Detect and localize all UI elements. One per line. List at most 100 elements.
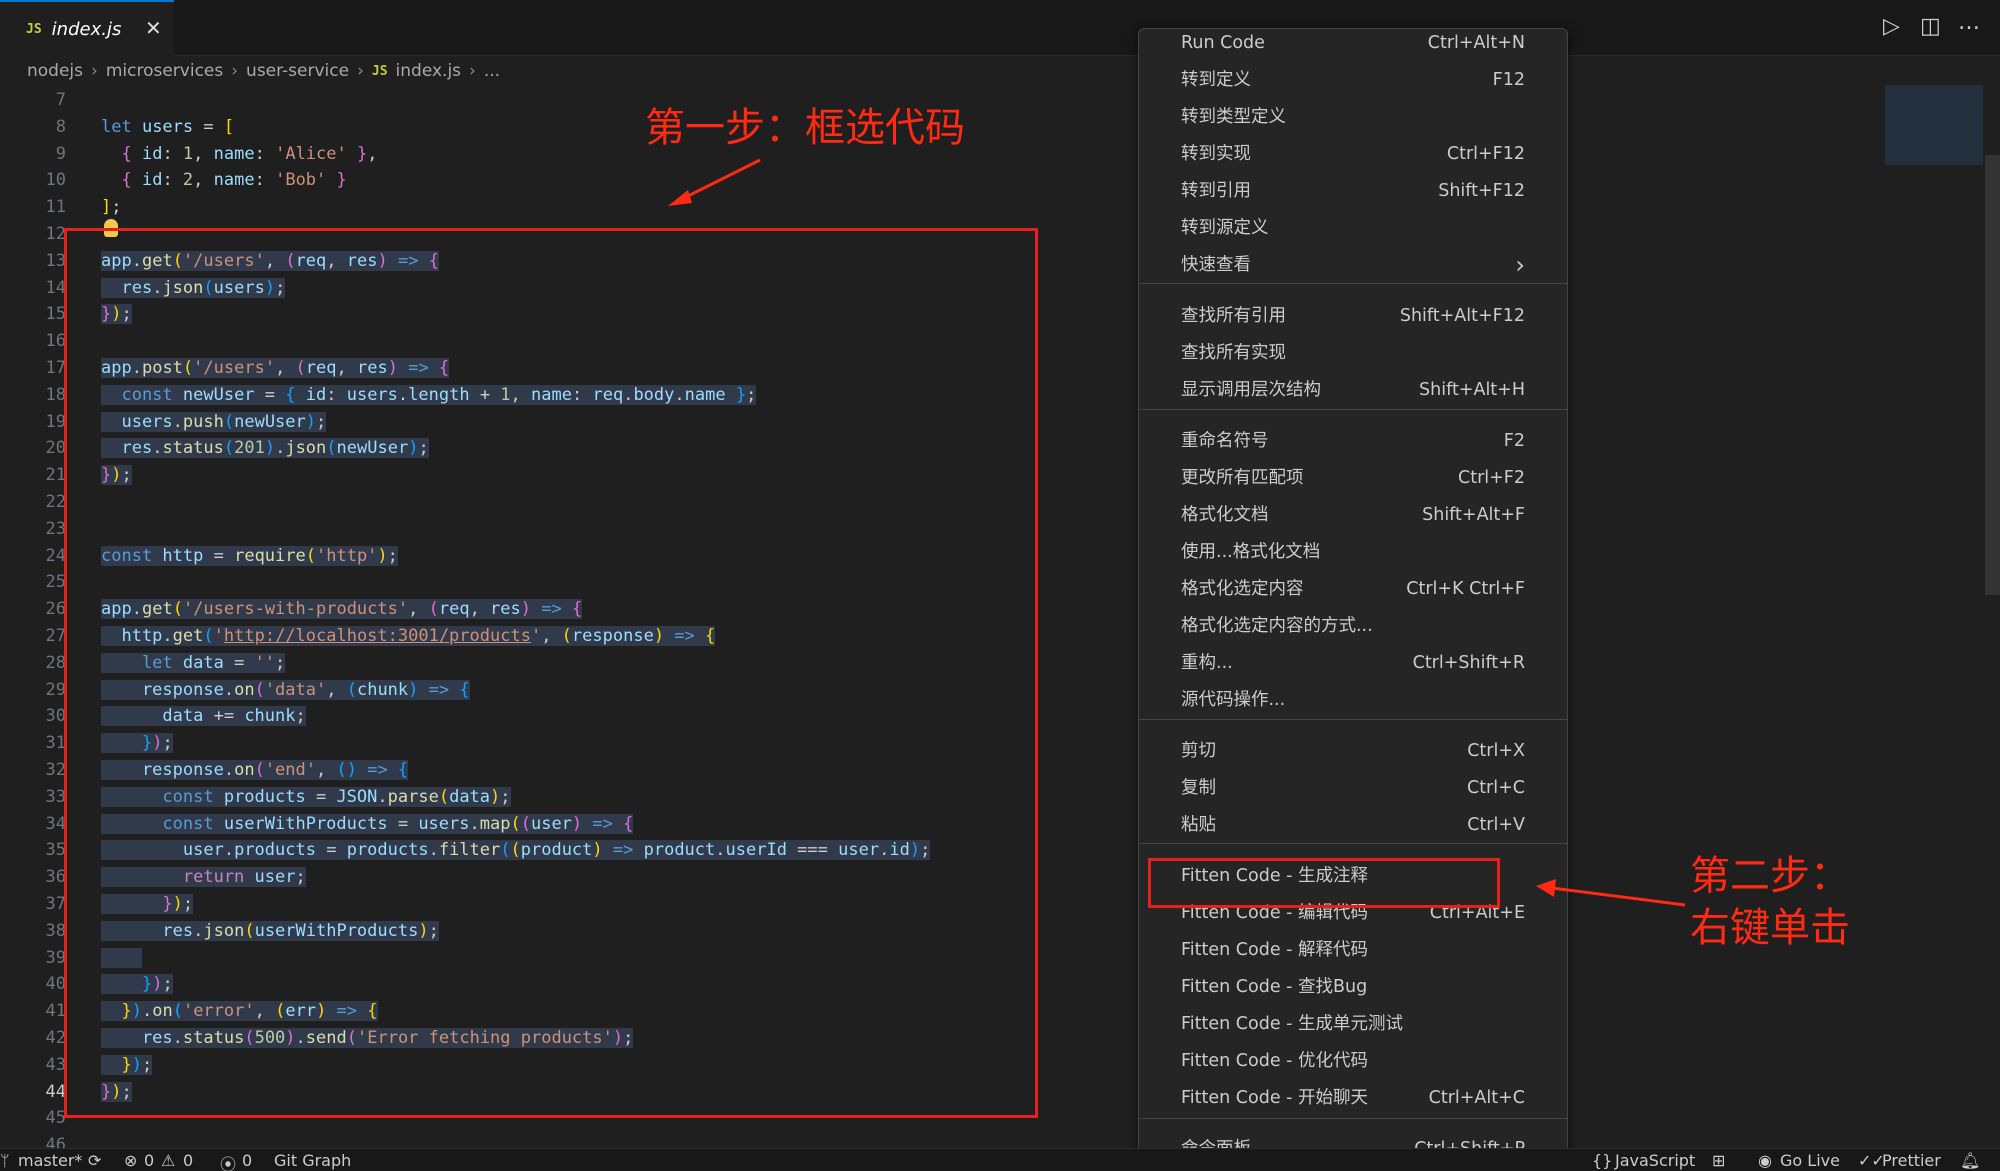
tab-bar: JS index.js ✕ ▷ ◫ … xyxy=(0,0,2000,57)
line-number: 11 xyxy=(45,197,66,218)
line-number: 45 xyxy=(45,1108,66,1129)
menu-item[interactable]: Fitten Code - 优化代码 xyxy=(1139,1043,1567,1079)
braces-icon: {} xyxy=(1592,1151,1613,1170)
menu-item[interactable]: 更改所有匹配项 Ctrl+F2 xyxy=(1139,460,1567,496)
menu-item[interactable]: 转到实现 Ctrl+F12 xyxy=(1139,136,1567,172)
line-number: 13 xyxy=(45,250,66,271)
menu-item[interactable]: Fitten Code - 开始聊天 Ctrl+Alt+C xyxy=(1139,1080,1567,1116)
annotation-step2-line2: 右键单击 xyxy=(1690,905,1850,951)
menu-item-shortcut: Ctrl+V xyxy=(1467,815,1525,835)
more-actions-icon[interactable]: … xyxy=(1958,12,1980,34)
menu-item[interactable]: 格式化选定内容 Ctrl+K Ctrl+F xyxy=(1139,571,1567,607)
menu-separator xyxy=(1139,1118,1567,1119)
menu-item[interactable]: 格式化文档 Shift+Alt+F xyxy=(1139,497,1567,533)
prettier-button[interactable]: Prettier xyxy=(1882,1151,1941,1170)
menu-item-shortcut: Ctrl+F2 xyxy=(1457,468,1525,488)
breadcrumb-item[interactable]: microservices xyxy=(106,61,223,81)
menu-item-label: 更改所有匹配项 xyxy=(1181,468,1304,488)
menu-item[interactable]: Fitten Code - 查找Bug xyxy=(1139,969,1567,1005)
golive-button[interactable]: Go Live xyxy=(1780,1151,1840,1170)
annotation-step2: 第二步： 右键单击 xyxy=(1690,850,1850,954)
menu-item[interactable]: 粘贴 Ctrl+V xyxy=(1139,807,1567,843)
menu-item-label: 转到源定义 xyxy=(1181,218,1269,238)
menu-item[interactable]: 转到定义 F12 xyxy=(1139,62,1567,98)
code-token: : xyxy=(254,170,276,191)
menu-item[interactable]: 快速查看 › xyxy=(1139,247,1567,283)
code-token: } xyxy=(326,170,347,191)
menu-item[interactable]: 显示调用层次结构 Shift+Alt+H xyxy=(1139,372,1567,408)
breadcrumb-item[interactable]: index.js xyxy=(396,61,462,81)
annotation-arrow-icon xyxy=(668,158,761,206)
breadcrumb-item[interactable]: nodejs xyxy=(27,61,83,81)
git-graph-button[interactable]: Git Graph xyxy=(274,1151,351,1170)
menu-item-shortcut: Ctrl+C xyxy=(1466,778,1525,798)
menu-item[interactable]: 查找所有实现 xyxy=(1139,335,1567,371)
line-number: 10 xyxy=(45,170,66,191)
menu-item[interactable]: 剪切 Ctrl+X xyxy=(1139,733,1567,769)
menu-item-shortcut: Ctrl+Shift+R xyxy=(1412,653,1525,673)
menu-item-shortcut: Ctrl+X xyxy=(1467,741,1525,761)
chevron-right-icon: › xyxy=(469,61,476,81)
menu-item-shortcut: Shift+F12 xyxy=(1438,181,1525,201)
menu-item[interactable]: Fitten Code - 解释代码 xyxy=(1139,932,1567,968)
menu-item-label: 重命名符号 xyxy=(1181,431,1269,451)
split-editor-icon[interactable]: ◫ xyxy=(1920,16,1941,38)
menu-item[interactable]: 转到源定义 xyxy=(1139,210,1567,246)
menu-item[interactable]: Run Code Ctrl+Alt+N xyxy=(1139,25,1567,61)
golive-icon: ◉ xyxy=(1758,1151,1772,1170)
error-count[interactable]: 0 xyxy=(144,1151,154,1170)
menu-item[interactable]: 使用...格式化文档 xyxy=(1139,534,1567,570)
selection-highlight-box xyxy=(64,228,1038,1118)
line-number: 16 xyxy=(45,331,66,352)
chevron-right-icon: › xyxy=(91,61,98,81)
menu-item[interactable]: 转到引用 Shift+F12 xyxy=(1139,173,1567,209)
menu-item-label: 查找所有实现 xyxy=(1181,343,1286,363)
menu-item-shortcut: Shift+Alt+H xyxy=(1419,380,1525,400)
ports-count[interactable]: 0 xyxy=(242,1151,252,1170)
menu-item-label: Run Code xyxy=(1181,33,1265,53)
breadcrumb-item[interactable]: ... xyxy=(484,61,500,81)
menu-item-shortcut: Ctrl+Alt+C xyxy=(1428,1088,1525,1108)
check-icon: ✓✓ xyxy=(1858,1151,1885,1170)
line-number: 19 xyxy=(45,411,66,432)
line-number: 28 xyxy=(45,652,66,673)
menu-item[interactable]: 复制 Ctrl+C xyxy=(1139,770,1567,806)
menu-item-label: 使用...格式化文档 xyxy=(1181,542,1321,562)
line-number: 18 xyxy=(45,384,66,405)
line-number: 20 xyxy=(45,438,66,459)
breadcrumb-item[interactable]: user-service xyxy=(246,61,349,81)
code-token: 2 xyxy=(182,170,194,191)
line-number: 35 xyxy=(45,840,66,861)
menu-item-label: 转到类型定义 xyxy=(1181,107,1286,127)
layout-icon[interactable]: ⊞ xyxy=(1712,1151,1725,1170)
menu-item[interactable]: 重构... Ctrl+Shift+R xyxy=(1139,645,1567,681)
menu-item-shortcut: Ctrl+K Ctrl+F xyxy=(1406,579,1525,599)
tab-index-js[interactable]: JS index.js ✕ xyxy=(0,0,174,57)
bell-icon[interactable]: 🔔︎ xyxy=(1960,1151,1980,1170)
sync-icon[interactable]: ⟳ xyxy=(88,1151,101,1170)
line-number: 7 xyxy=(55,90,66,110)
menu-highlight-box xyxy=(1148,858,1500,908)
code-token: { xyxy=(101,170,142,191)
menu-item[interactable]: Fitten Code - 生成单元测试 xyxy=(1139,1006,1567,1042)
branch-status[interactable]: master* xyxy=(18,1151,82,1170)
menu-item[interactable]: 源代码操作... xyxy=(1139,682,1567,718)
line-number: 44 xyxy=(45,1081,66,1102)
code-token: name xyxy=(213,143,255,164)
run-icon[interactable]: ▷ xyxy=(1883,16,1900,38)
code-token: : xyxy=(162,170,183,191)
menu-item-label: 快速查看 xyxy=(1181,255,1251,275)
language-mode[interactable]: JavaScript xyxy=(1615,1151,1695,1170)
line-number: 39 xyxy=(45,947,66,968)
vertical-scrollbar[interactable] xyxy=(1985,155,2000,595)
line-number: 40 xyxy=(45,974,66,995)
close-icon[interactable]: ✕ xyxy=(145,16,162,40)
menu-item[interactable]: 格式化选定内容的方式... xyxy=(1139,608,1567,644)
menu-item[interactable]: 查找所有引用 Shift+Alt+F12 xyxy=(1139,298,1567,334)
menu-item[interactable]: 重命名符号 F2 xyxy=(1139,423,1567,459)
warning-count[interactable]: 0 xyxy=(183,1151,193,1170)
tab-label: index.js xyxy=(51,19,122,40)
minimap[interactable] xyxy=(1885,85,1983,165)
menu-item[interactable]: 转到类型定义 xyxy=(1139,99,1567,135)
menu-item-label: 源代码操作... xyxy=(1181,690,1286,710)
